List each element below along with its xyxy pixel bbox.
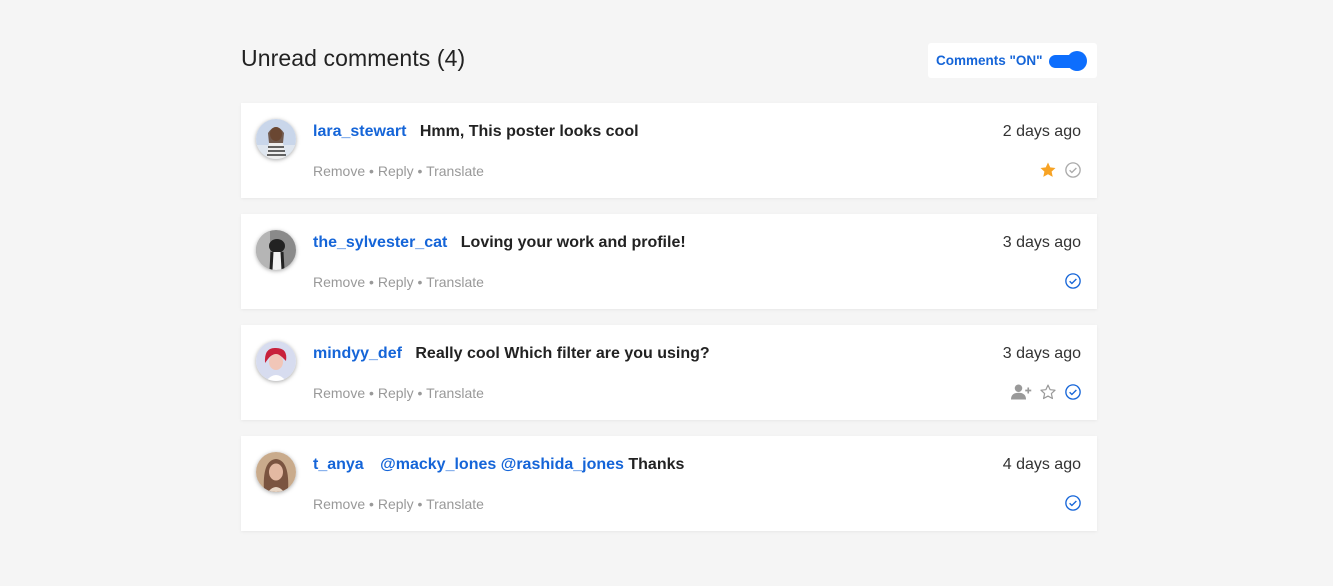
comment-icons [1011,383,1082,401]
star-filled-icon[interactable] [1039,161,1057,179]
remove-link[interactable]: Remove [313,496,365,512]
check-circle-icon[interactable] [1064,272,1082,290]
timestamp: 2 days ago [1002,123,1081,140]
translate-link[interactable]: Translate [426,385,484,401]
username-link[interactable]: mindyy_def [313,345,402,362]
check-circle-icon[interactable] [1064,161,1082,179]
page-title: Unread comments (4) [241,45,466,71]
reply-link[interactable]: Reply [378,385,414,401]
check-circle-icon[interactable] [1064,383,1082,401]
separator: • [417,496,423,512]
mention-link[interactable]: @rashida_jones [501,456,624,473]
avatar[interactable] [256,119,296,159]
comments-toggle-switch[interactable] [1048,50,1087,71]
username-link[interactable]: t_anya [313,456,364,473]
separator: • [369,385,374,401]
avatar[interactable] [256,452,296,492]
separator: • [417,163,423,179]
comments-toggle-box: Comments "ON" [928,43,1097,78]
star-outline-icon[interactable] [1039,383,1057,401]
separator: • [369,163,374,179]
reply-link[interactable]: Reply [378,496,414,512]
comment-line: t_anya @macky_lones @rashida_jones Thank… [313,456,684,474]
comment-icons [1039,161,1082,179]
comment-line: lara_stewart Hmm, This poster looks cool [313,123,639,141]
comments-panel: Unread comments (4) Comments "ON" lara_s… [241,0,1097,547]
separator: • [369,274,374,290]
toggle-label: Comments "ON" [936,53,1043,68]
avatar[interactable] [256,341,296,381]
comment-icons [1064,494,1082,512]
comment-actions: Remove • Reply • Translate [313,163,484,179]
comment-icons [1064,272,1082,290]
translate-link[interactable]: Translate [426,274,484,290]
timestamp: 3 days ago [1002,234,1081,251]
remove-link[interactable]: Remove [313,274,365,290]
remove-link[interactable]: Remove [313,163,365,179]
comment-text: Hmm, This poster looks cool [419,123,639,140]
check-circle-icon[interactable] [1064,494,1082,512]
comment-line: the_sylvester_cat Loving your work and p… [313,234,686,252]
comment-line: mindyy_def Really cool Which filter are … [313,345,710,363]
comment-text: Really cool Which filter are you using? [415,345,710,362]
toggle-knob[interactable] [1066,50,1087,71]
translate-link[interactable]: Translate [426,163,484,179]
comment-card: lara_stewart Hmm, This poster looks cool… [241,103,1097,198]
header: Unread comments (4) Comments "ON" [241,0,1097,103]
comment-actions: Remove • Reply • Translate [313,274,484,290]
separator: • [369,496,374,512]
comment-text: Loving your work and profile! [460,234,686,251]
username-link[interactable]: the_sylvester_cat [313,234,447,251]
translate-link[interactable]: Translate [426,496,484,512]
reply-link[interactable]: Reply [378,163,414,179]
reply-link[interactable]: Reply [378,274,414,290]
comment-text: Thanks [628,456,685,473]
username-link[interactable]: lara_stewart [313,123,406,140]
separator: • [417,274,423,290]
comment-actions: Remove • Reply • Translate [313,385,484,401]
remove-link[interactable]: Remove [313,385,365,401]
comment-actions: Remove • Reply • Translate [313,496,484,512]
avatar[interactable] [256,230,296,270]
comment-card: the_sylvester_cat Loving your work and p… [241,214,1097,309]
add-user-icon[interactable] [1011,383,1032,401]
timestamp: 4 days ago [1002,456,1081,473]
timestamp: 3 days ago [1002,345,1081,362]
separator: • [417,385,423,401]
comment-card: mindyy_def Really cool Which filter are … [241,325,1097,420]
mention-link[interactable]: @macky_lones [380,456,496,473]
comment-card: t_anya @macky_lones @rashida_jones Thank… [241,436,1097,531]
